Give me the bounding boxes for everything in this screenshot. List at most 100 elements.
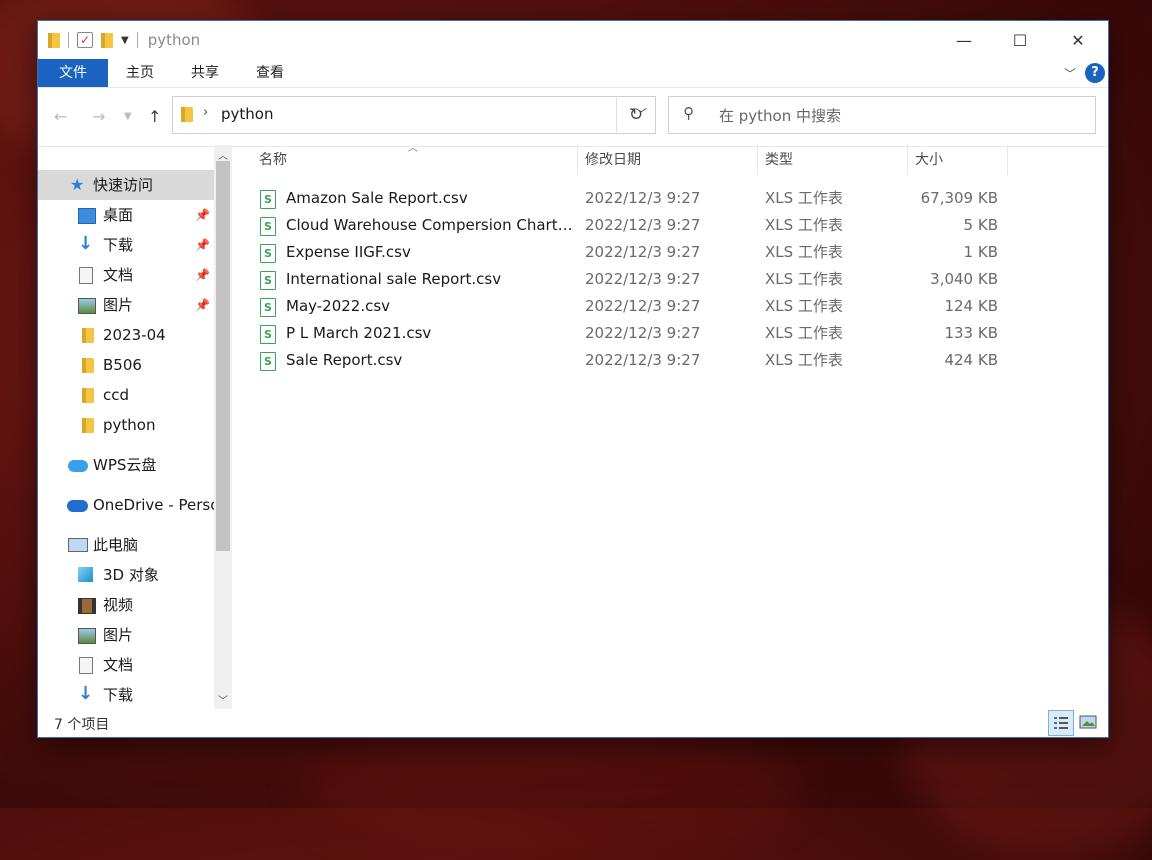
picture-icon xyxy=(78,628,96,644)
sidebar-item-label: 此电脑 xyxy=(93,536,139,554)
spreadsheet-file-icon: S xyxy=(260,190,276,209)
3d-objects-icon xyxy=(78,567,93,582)
sidebar-item-3d-objects[interactable]: 3D 对象 xyxy=(38,560,214,590)
tab-view[interactable]: 查看 xyxy=(248,59,292,87)
folder-icon xyxy=(181,107,193,122)
window-title: python xyxy=(147,31,201,49)
file-type: XLS 工作表 xyxy=(765,324,843,342)
folder-icon xyxy=(82,328,94,343)
column-header-size[interactable]: 大小 xyxy=(907,145,1008,175)
sidebar-item-pictures[interactable]: 图片 📌 xyxy=(38,290,214,320)
file-row[interactable]: S May-2022.csv 2022/12/3 9:27 XLS 工作表 12… xyxy=(254,293,1014,320)
sidebar-item-b506[interactable]: B506 xyxy=(38,350,214,380)
address-bar[interactable]: › python ﹀ xyxy=(172,96,656,134)
sidebar-item-label: 桌面 xyxy=(103,206,134,224)
sidebar-item-onedrive[interactable]: OneDrive - Persc xyxy=(38,490,214,520)
maximize-button[interactable]: ☐ xyxy=(991,21,1049,59)
column-header-name[interactable]: 名称 xyxy=(251,145,578,175)
spreadsheet-file-icon: S xyxy=(260,298,276,317)
folder-icon xyxy=(82,418,94,433)
file-modified: 2022/12/3 9:27 xyxy=(585,189,701,207)
document-icon xyxy=(79,267,93,284)
scroll-down-chevron-icon[interactable]: ﹀ xyxy=(214,692,232,707)
file-row[interactable]: S Expense IIGF.csv 2022/12/3 9:27 XLS 工作… xyxy=(254,239,1014,266)
file-name[interactable]: Sale Report.csv xyxy=(286,347,576,374)
file-size: 1 KB xyxy=(963,243,998,261)
file-name[interactable]: International sale Report.csv xyxy=(286,266,576,293)
refresh-button[interactable]: ↻ xyxy=(616,96,656,134)
sidebar-item-this-pc[interactable]: 此电脑 xyxy=(38,530,214,560)
expand-ribbon-chevron-icon[interactable]: ﹀ xyxy=(1064,65,1076,82)
star-icon: ★ xyxy=(70,175,85,194)
breadcrumb-python[interactable]: python xyxy=(221,105,273,123)
customize-toolbar-chevron-icon[interactable]: ▼ xyxy=(121,35,129,46)
sidebar-item-ccd[interactable]: ccd xyxy=(38,380,214,410)
sidebar-item-2023-04[interactable]: 2023-04 xyxy=(38,320,214,350)
scroll-up-chevron-icon[interactable]: ︿ xyxy=(214,147,232,162)
details-view-button[interactable] xyxy=(1048,710,1074,736)
desktop-icon xyxy=(78,208,96,224)
sidebar-item-label: 文档 xyxy=(103,266,134,284)
sidebar-item-desktop[interactable]: 桌面 📌 xyxy=(38,200,214,230)
pin-icon[interactable]: 📌 xyxy=(195,260,210,290)
sidebar-item-pictures-pc[interactable]: 图片 xyxy=(38,620,214,650)
file-row[interactable]: S International sale Report.csv 2022/12/… xyxy=(254,266,1014,293)
up-arrow-icon[interactable]: ↑ xyxy=(148,88,161,146)
file-name[interactable]: May-2022.csv xyxy=(286,293,576,320)
file-type: XLS 工作表 xyxy=(765,297,843,315)
file-row[interactable]: S Amazon Sale Report.csv 2022/12/3 9:27 … xyxy=(254,185,1014,212)
quick-access-toolbar: ✓ ▼ python xyxy=(38,21,200,59)
file-name[interactable]: P L March 2021.csv xyxy=(286,320,576,347)
large-icons-view-icon xyxy=(1079,715,1097,729)
sidebar-item-documents[interactable]: 文档 📌 xyxy=(38,260,214,290)
close-button[interactable]: ✕ xyxy=(1049,21,1107,59)
sidebar-item-label: ccd xyxy=(103,386,130,404)
sidebar-item-downloads[interactable]: ↓ 下载 📌 xyxy=(38,230,214,260)
file-row[interactable]: S P L March 2021.csv 2022/12/3 9:27 XLS … xyxy=(254,320,1014,347)
recent-locations-chevron-icon[interactable]: ▼ xyxy=(124,88,132,146)
sidebar-item-wps-cloud[interactable]: WPS云盘 xyxy=(38,450,214,480)
properties-check-icon[interactable]: ✓ xyxy=(77,32,93,48)
file-row[interactable]: S Sale Report.csv 2022/12/3 9:27 XLS 工作表… xyxy=(254,347,1014,374)
sidebar-item-label: python xyxy=(103,416,156,434)
tab-home[interactable]: 主页 xyxy=(118,59,162,87)
video-icon xyxy=(78,598,96,614)
column-header-type[interactable]: 类型 xyxy=(757,145,908,175)
file-name[interactable]: Amazon Sale Report.csv xyxy=(286,185,576,212)
new-folder-icon[interactable] xyxy=(101,32,113,48)
scrollbar-thumb[interactable] xyxy=(216,161,230,551)
file-size: 133 KB xyxy=(944,324,998,342)
sidebar-item-downloads-pc[interactable]: ↓ 下载 xyxy=(38,680,214,709)
file-size: 124 KB xyxy=(944,297,998,315)
cloud-icon xyxy=(68,460,88,472)
pin-icon[interactable]: 📌 xyxy=(195,200,210,230)
sidebar-item-python[interactable]: python xyxy=(38,410,214,440)
folder-icon xyxy=(48,32,60,48)
sidebar-item-documents-pc[interactable]: 文档 xyxy=(38,650,214,680)
column-header-modified[interactable]: 修改日期 xyxy=(577,145,758,175)
large-icons-view-button[interactable] xyxy=(1076,710,1102,736)
help-icon[interactable]: ? xyxy=(1085,63,1105,83)
file-name[interactable]: Cloud Warehouse Compersion Chart.... xyxy=(286,212,576,239)
file-row[interactable]: S Cloud Warehouse Compersion Chart.... 2… xyxy=(254,212,1014,239)
download-icon: ↓ xyxy=(78,683,94,704)
breadcrumb-chevron-icon[interactable]: › xyxy=(203,105,208,120)
tab-share[interactable]: 共享 xyxy=(183,59,227,87)
search-input[interactable]: ⚲ 在 python 中搜索 xyxy=(668,96,1096,134)
sidebar-item-label: B506 xyxy=(103,356,142,374)
sidebar-item-videos[interactable]: 视频 xyxy=(38,590,214,620)
item-count: 7 个项目 xyxy=(54,717,110,733)
pin-icon[interactable]: 📌 xyxy=(195,290,210,320)
file-name[interactable]: Expense IIGF.csv xyxy=(286,239,576,266)
computer-icon xyxy=(68,538,88,552)
tab-file[interactable]: 文件 xyxy=(38,59,108,87)
forward-arrow-icon[interactable]: → xyxy=(92,88,105,146)
sidebar-item-quick-access[interactable]: ★ 快速访问 xyxy=(38,170,214,200)
sidebar-scrollbar[interactable]: ︿ ﹀ xyxy=(214,145,232,709)
minimize-button[interactable]: — xyxy=(935,21,993,59)
sidebar-item-label: 视频 xyxy=(103,596,134,614)
file-size: 5 KB xyxy=(963,216,998,234)
back-arrow-icon[interactable]: ← xyxy=(54,88,67,146)
details-view-icon xyxy=(1054,717,1068,729)
pin-icon[interactable]: 📌 xyxy=(195,230,210,260)
